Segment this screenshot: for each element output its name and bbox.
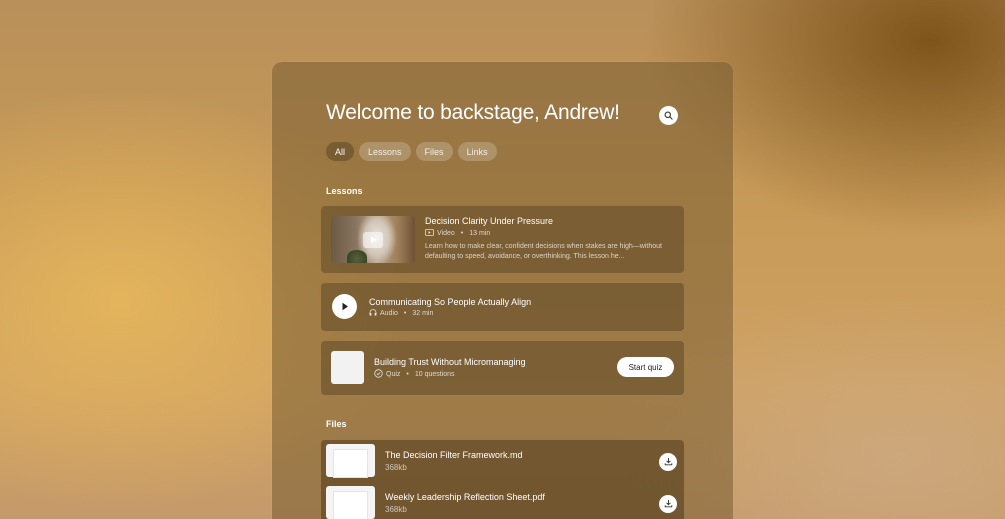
file-size: 368kb [385, 463, 407, 472]
filter-all[interactable]: All [326, 142, 355, 161]
lesson-duration: 13 min [469, 230, 491, 237]
lesson-title: Communicating So People Actually Align [369, 297, 532, 307]
lesson-meta: Video • 13 min [425, 229, 490, 238]
files-list: The Decision Filter Framework.md 368kb W… [321, 440, 684, 519]
file-thumbnail [326, 486, 375, 519]
lesson-title: Building Trust Without Micromanaging [374, 357, 526, 367]
file-thumbnail [326, 444, 375, 477]
play-button[interactable] [332, 294, 357, 319]
lesson-type: Quiz [386, 371, 401, 378]
lesson-card-video[interactable]: Decision Clarity Under Pressure Video • … [321, 206, 684, 273]
download-icon [664, 453, 673, 471]
lesson-duration: 32 min [412, 310, 434, 317]
file-row[interactable]: Weekly Leadership Reflection Sheet.pdf 3… [321, 483, 684, 519]
meta-separator: • [460, 230, 464, 237]
file-name: Weekly Leadership Reflection Sheet.pdf [385, 492, 545, 502]
filter-files[interactable]: Files [415, 142, 453, 161]
quiz-thumbnail [331, 351, 364, 384]
file-size: 368kb [385, 505, 407, 514]
filter-links[interactable]: Links [457, 142, 497, 161]
play-icon [363, 232, 383, 248]
download-button[interactable] [659, 453, 677, 471]
lesson-type: Video [437, 230, 455, 237]
lesson-card-quiz[interactable]: Building Trust Without Micromanaging Qui… [321, 341, 684, 395]
meta-separator: • [403, 310, 407, 317]
lesson-description: Learn how to make clear, confident decis… [425, 243, 662, 260]
page-title: Welcome to backstage, Andrew! [326, 101, 620, 124]
lesson-meta: Audio • 32 min [369, 309, 433, 318]
search-button[interactable] [659, 106, 678, 125]
files-section-label: Files [326, 419, 347, 429]
file-row[interactable]: The Decision Filter Framework.md 368kb [321, 441, 684, 477]
lessons-section-label: Lessons [326, 186, 363, 196]
lesson-card-audio[interactable]: Communicating So People Actually Align A… [321, 283, 684, 331]
video-icon [425, 229, 434, 238]
lesson-type: Audio [380, 310, 398, 317]
start-quiz-button[interactable]: Start quiz [617, 357, 674, 377]
download-button[interactable] [659, 495, 677, 513]
quiz-question-count: 10 questions [414, 371, 455, 378]
filter-lessons[interactable]: Lessons [359, 142, 411, 161]
backstage-panel: Welcome to backstage, Andrew! All Lesson… [272, 62, 733, 519]
search-icon [664, 107, 673, 125]
filter-tabs: All Lessons Files Links [326, 142, 497, 161]
download-icon [664, 495, 673, 513]
lesson-video-thumbnail[interactable] [331, 216, 415, 263]
play-icon [341, 298, 349, 316]
meta-separator: • [406, 371, 409, 378]
audio-icon [369, 309, 377, 318]
lesson-title: Decision Clarity Under Pressure [425, 216, 554, 226]
quiz-check-icon [374, 369, 383, 380]
lesson-meta: Quiz • 10 questions [374, 369, 455, 380]
file-name: The Decision Filter Framework.md [385, 450, 523, 460]
